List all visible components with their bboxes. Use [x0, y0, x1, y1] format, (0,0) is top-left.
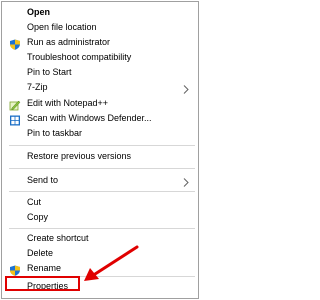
chevron-right-icon [182, 175, 190, 187]
menu-item-label: Run as administrator [27, 37, 111, 47]
menu-item-troubleshoot-compatibility[interactable]: Troubleshoot compatibility [2, 50, 198, 65]
menu-item-pin-to-taskbar[interactable]: Pin to taskbar [2, 126, 198, 141]
menu-item-7zip[interactable]: 7-Zip [2, 80, 198, 95]
menu-separator [9, 191, 195, 192]
menu-item-label: Scan with Windows Defender... [27, 113, 152, 123]
menu-item-open[interactable]: Open [2, 5, 198, 20]
menu-item-label: Copy [27, 212, 49, 222]
menu-item-scan-with-windows-defender[interactable]: Scan with Windows Defender... [2, 111, 198, 126]
menu-item-label: Rename [27, 263, 62, 273]
menu-separator [9, 168, 195, 169]
notepad-plus-plus-icon [9, 98, 21, 111]
menu-item-label: Send to [27, 175, 59, 185]
menu-item-label: 7-Zip [27, 82, 48, 92]
properties-highlight-box [5, 276, 80, 291]
menu-item-label: Cut [27, 197, 42, 207]
chevron-right-icon [182, 82, 190, 94]
menu-item-pin-to-start[interactable]: Pin to Start [2, 65, 198, 80]
menu-item-label: Create shortcut [27, 233, 89, 243]
menu-item-label: Open file location [27, 22, 97, 32]
menu-item-label: Restore previous versions [27, 151, 132, 161]
menu-item-label: Troubleshoot compatibility [27, 52, 132, 62]
menu-item-open-file-location[interactable]: Open file location [2, 20, 198, 35]
menu-separator [9, 145, 195, 146]
menu-item-label: Pin to Start [27, 67, 72, 77]
menu-item-send-to[interactable]: Send to [2, 173, 198, 188]
menu-item-label: Edit with Notepad++ [27, 98, 109, 108]
menu-item-cut[interactable]: Cut [2, 195, 198, 210]
menu-item-label: Open [27, 7, 51, 17]
menu-item-label: Delete [27, 248, 54, 258]
shield-icon [9, 37, 21, 50]
menu-item-edit-with-notepad-plus-plus[interactable]: Edit with Notepad++ [2, 96, 198, 111]
menu-item-restore-previous-versions[interactable]: Restore previous versions [2, 149, 198, 164]
red-arrow-icon [84, 245, 139, 281]
menu-item-label: Pin to taskbar [27, 128, 83, 138]
shield-icon [9, 263, 21, 276]
menu-item-run-as-administrator[interactable]: Run as administrator [2, 35, 198, 50]
menu-item-copy[interactable]: Copy [2, 210, 198, 225]
windows-defender-icon [9, 113, 21, 126]
menu-separator [9, 228, 195, 229]
